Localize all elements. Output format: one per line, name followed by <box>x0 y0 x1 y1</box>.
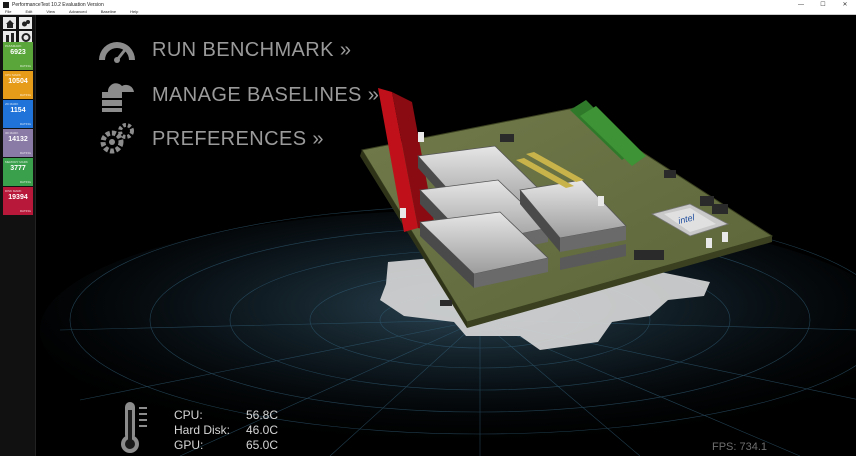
app-icon <box>3 1 9 8</box>
tile-value: 19394 <box>8 194 28 201</box>
manage-baselines-label: MANAGE BASELINES » <box>152 83 380 106</box>
speedometer-icon <box>99 42 135 63</box>
cloud-database-icon <box>102 83 134 112</box>
menu-file[interactable]: File <box>5 9 11 14</box>
title-bar: PerformanceTest 10.2 Evaluation Version … <box>0 0 856 9</box>
tile-value: 10504 <box>8 78 28 85</box>
thermometer-icon <box>121 402 147 453</box>
temp-label: GPU: <box>174 438 204 452</box>
temp-value: 65.0C <box>246 438 279 452</box>
tile-footer: RATING <box>19 151 31 155</box>
3d-mark-tile[interactable]: 3D MARK 14132 RATING <box>3 129 33 157</box>
preferences-label: PREFERENCES » <box>152 127 324 150</box>
manage-baselines-item[interactable]: MANAGE BASELINES » <box>98 78 379 112</box>
tile-value: 14132 <box>8 136 28 143</box>
temp-row-cpu: CPU: 56.8C <box>174 408 278 423</box>
app-window: PerformanceTest 10.2 Evaluation Version … <box>0 0 856 456</box>
temp-value: 46.0C <box>246 423 279 437</box>
2d-mark-tile[interactable]: 2D MARK 1154 RATING <box>3 100 33 128</box>
window-title: PerformanceTest 10.2 Evaluation Version <box>12 1 104 8</box>
menu-baseline[interactable]: Baseline <box>101 9 116 14</box>
menu-advanced[interactable]: Advanced <box>69 9 87 14</box>
temp-row-gpu: GPU: 65.0C <box>174 438 278 453</box>
system-info-icon[interactable] <box>19 17 32 29</box>
run-benchmark-item[interactable]: RUN BENCHMARK » <box>96 34 351 66</box>
temp-label: Hard Disk: <box>174 423 231 437</box>
temp-value: 56.8C <box>246 408 279 422</box>
tile-caption: MEMORY MARK <box>5 160 28 164</box>
memory-mark-tile[interactable]: MEMORY MARK 3777 RATING <box>3 158 33 186</box>
home-icon[interactable] <box>3 17 16 29</box>
sidebar-icon-row <box>0 16 35 30</box>
temperature-readout: CPU: 56.8C Hard Disk: 46.0C GPU: 65.0C <box>174 408 278 453</box>
tile-caption: PASSMARK <box>5 44 22 48</box>
tile-footer: RATING <box>19 93 31 97</box>
menu-view[interactable]: View <box>46 9 55 14</box>
tile-footer: RATING <box>19 64 31 68</box>
maximize-button[interactable]: ☐ <box>812 0 834 9</box>
tile-caption: 3D MARK <box>5 131 19 135</box>
tile-footer: RATING <box>19 122 31 126</box>
run-benchmark-label: RUN BENCHMARK » <box>152 38 352 61</box>
passmark-rating-tile[interactable]: PASSMARK 6923 RATING <box>3 42 33 70</box>
fps-counter: FPS: 734.1 <box>712 441 768 453</box>
gears-icon <box>100 123 134 154</box>
tile-value: 6923 <box>10 49 26 56</box>
tile-value: 3777 <box>10 165 26 172</box>
temp-row-hard-disk: Hard Disk: 46.0C <box>174 423 278 438</box>
tile-footer: RATING <box>19 209 31 213</box>
disk-mark-tile[interactable]: DISK MARK 19394 RATING <box>3 187 33 215</box>
menu-help[interactable]: Help <box>130 9 138 14</box>
tile-footer: RATING <box>19 180 31 184</box>
cpu-mark-tile[interactable]: CPU MARK 10504 RATING <box>3 71 33 99</box>
tile-value: 1154 <box>10 107 26 114</box>
preferences-item[interactable]: PREFERENCES » <box>98 122 324 156</box>
close-button[interactable]: ✕ <box>834 0 856 9</box>
temp-label: CPU: <box>174 408 203 422</box>
tile-caption: CPU MARK <box>5 73 21 77</box>
minimize-button[interactable]: — <box>790 0 812 9</box>
sidebar: PASSMARK 6923 RATING CPU MARK 10504 RATI… <box>0 15 36 456</box>
tile-caption: DISK MARK <box>5 189 22 193</box>
menu-edit[interactable]: Edit <box>25 9 32 14</box>
tile-caption: 2D MARK <box>5 102 19 106</box>
